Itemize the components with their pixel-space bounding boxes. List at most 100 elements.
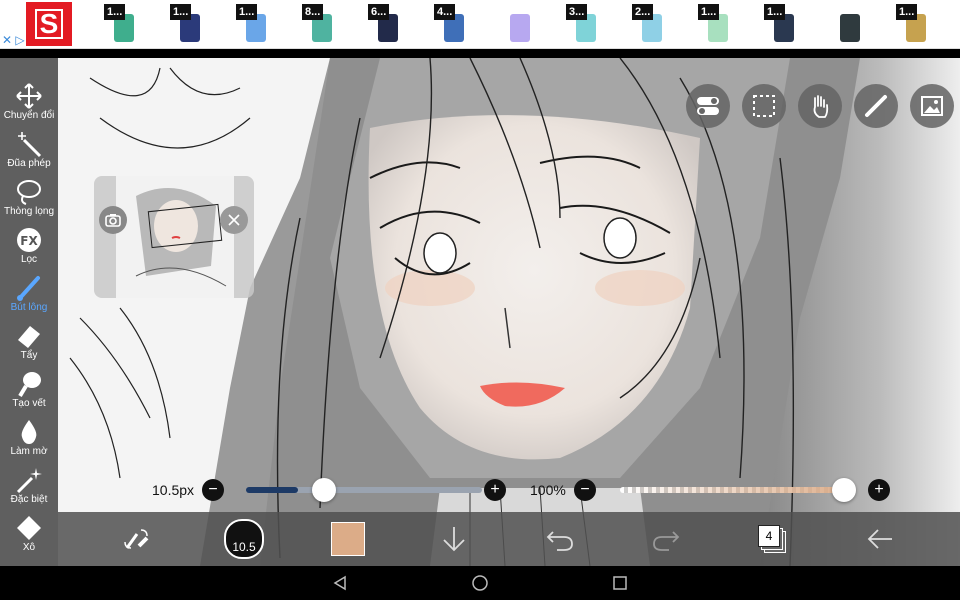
ad-product[interactable]: 1... (698, 4, 738, 44)
ad-logo[interactable]: S (26, 2, 72, 46)
opacity-minus-button[interactable]: − (574, 479, 596, 501)
tool-label: Tẩy (20, 350, 38, 361)
ad-product[interactable]: 4... (434, 4, 474, 44)
ad-product[interactable]: 6... (368, 4, 408, 44)
ad-product[interactable]: 1... (896, 4, 936, 44)
tool-label: Tạo vết (12, 398, 46, 409)
hand-tool-button[interactable] (798, 84, 842, 128)
navigator-preview[interactable] (94, 176, 254, 298)
redo-button[interactable] (636, 512, 696, 566)
ad-product-badge: 3... (566, 4, 588, 20)
ad-product[interactable] (830, 4, 870, 44)
ad-product-badge: 1... (170, 4, 192, 20)
nav-home-button[interactable] (460, 570, 500, 596)
layers-button[interactable]: 4 (742, 512, 802, 566)
ad-product[interactable]: 1... (104, 4, 144, 44)
square-recents-icon (613, 576, 627, 590)
ad-banner[interactable]: ✕ ▷ S 1... 1... 1... 8... 6... 4... 3... 2... 1.… (0, 0, 960, 49)
opacity-slider-thumb[interactable] (832, 478, 856, 502)
tool-eraser[interactable]: Tẩy (0, 320, 58, 368)
opacity-slider-fill (620, 487, 856, 493)
brush-size-slider-thumb[interactable] (312, 478, 336, 502)
image-button[interactable] (910, 84, 954, 128)
tool-magic-wand[interactable]: Đũa phép (0, 128, 58, 176)
drawing-app: Chuyển đổi Đũa phép Thòng lọng FX Lọc Bút lôn… (0, 58, 960, 566)
brush-size-button[interactable]: 10.5 (214, 512, 274, 566)
download-button[interactable] (424, 512, 484, 566)
brush-size-preview: 10.5 (224, 519, 264, 559)
ruler-button[interactable] (854, 84, 898, 128)
ad-product[interactable]: 1... (764, 4, 804, 44)
ruler-icon (865, 95, 887, 117)
ad-product-badge: 8... (302, 4, 324, 20)
ad-product-badge: 6... (368, 4, 390, 20)
svg-text:FX: FX (20, 234, 38, 248)
ad-product-image (840, 14, 860, 42)
nav-back-button[interactable] (320, 570, 360, 596)
settings-toggle-button[interactable] (686, 84, 730, 128)
bottom-toolbar: 10.5 4 (58, 512, 960, 566)
ad-product-badge: 1... (236, 4, 258, 20)
system-nav-bar (0, 566, 960, 600)
swap-tool-button[interactable] (106, 512, 166, 566)
brush-size-plus-button[interactable]: + (484, 479, 506, 501)
nav-recents-button[interactable] (600, 570, 640, 596)
brush-size-slider-fill (246, 487, 298, 493)
ad-product[interactable]: 2... (632, 4, 672, 44)
image-icon (921, 96, 943, 116)
brush-swap-icon (124, 529, 149, 549)
tool-move[interactable]: Chuyển đổi (0, 80, 58, 128)
tool-label: Bút lông (10, 302, 48, 313)
tool-smudge[interactable]: Tạo vết (0, 368, 58, 416)
close-icon (228, 214, 240, 226)
redo-icon (653, 531, 680, 551)
back-button[interactable] (850, 512, 910, 566)
ad-product-image (510, 14, 530, 42)
tool-label: Xô (22, 542, 36, 553)
selection-icon (753, 95, 775, 117)
selection-button[interactable] (742, 84, 786, 128)
brush-size-minus-button[interactable]: − (202, 479, 224, 501)
tool-bucket[interactable]: Xô (0, 512, 58, 560)
ad-product-badge: 1... (104, 4, 126, 20)
ad-product-badge: 1... (764, 4, 786, 20)
tool-label: Đũa phép (7, 158, 51, 169)
opacity-plus-button[interactable]: + (868, 479, 890, 501)
ad-product-badge: 1... (698, 4, 720, 20)
snapshot-button[interactable] (99, 206, 127, 234)
tool-label: Đặc biệt (10, 494, 48, 505)
tool-lasso[interactable]: Thòng lọng (0, 176, 58, 224)
arrow-down-icon (443, 527, 465, 552)
arrow-left-icon (867, 529, 892, 549)
layer-count: 4 (758, 525, 780, 547)
ad-product[interactable]: 1... (236, 4, 276, 44)
fx-filter-icon: FX (14, 226, 44, 254)
tool-sidebar: Chuyển đổi Đũa phép Thòng lọng FX Lọc Bút lôn… (0, 58, 58, 566)
blur-drop-icon (14, 418, 44, 446)
tool-label: Thòng lọng (3, 206, 55, 217)
color-swatch (331, 522, 365, 556)
eraser-icon (14, 322, 44, 350)
preview-thumbnail[interactable] (116, 176, 234, 298)
ad-product-badge: 1... (896, 4, 918, 20)
color-button[interactable] (318, 512, 378, 566)
undo-button[interactable] (530, 512, 590, 566)
ad-product[interactable] (500, 4, 540, 44)
ad-product[interactable]: 3... (566, 4, 606, 44)
tool-label: Lọc (20, 254, 38, 265)
tool-blur-drop[interactable]: Làm mờ (0, 416, 58, 464)
close-preview-button[interactable] (220, 206, 248, 234)
tool-label: Làm mờ (10, 446, 48, 457)
tool-special-sparkle[interactable]: Đặc biệt (0, 464, 58, 512)
special-sparkle-icon (14, 466, 44, 494)
tool-fx-filter[interactable]: FX Lọc (0, 224, 58, 272)
hand-icon (813, 95, 829, 118)
tool-brush[interactable]: Bút lông (0, 272, 58, 320)
camera-icon (105, 214, 121, 227)
ad-close-icon[interactable]: ✕ ▷ (2, 33, 25, 47)
ad-product[interactable]: 1... (170, 4, 210, 44)
brush-icon (14, 274, 44, 302)
lasso-icon (14, 178, 44, 206)
ad-product[interactable]: 8... (302, 4, 342, 44)
ad-logo-text: S (34, 9, 64, 39)
